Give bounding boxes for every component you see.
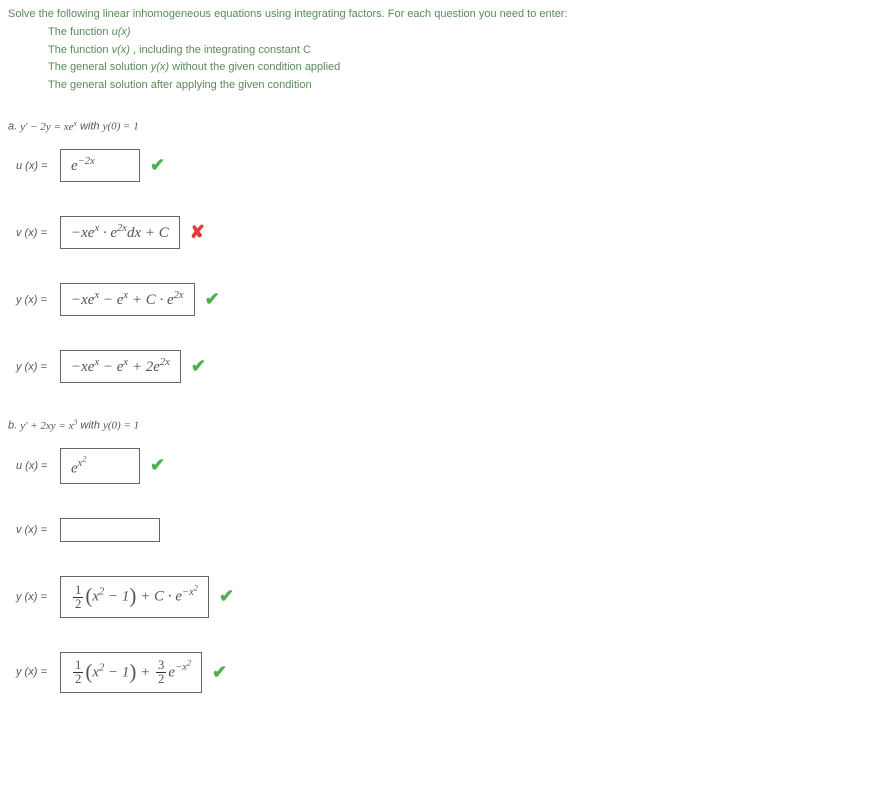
requirements-list: The function u(x) The function v(x) , in… <box>48 24 862 94</box>
a-u-label: u (x) = <box>16 160 60 172</box>
b-y1-answer[interactable]: 12(x2 − 1) + C · e−x2 <box>60 576 209 617</box>
intro-text: Solve the following linear inhomogeneous… <box>8 8 862 20</box>
check-icon: ✔ <box>212 662 227 683</box>
part-b-heading: b. y' + 2xy = x3 with y(0) = 1 <box>8 417 862 432</box>
a-u-answer[interactable]: e−2x <box>60 149 140 182</box>
a-y1-label: y (x) = <box>16 294 60 306</box>
req-line-1: The function u(x) <box>48 24 862 42</box>
b-row-y-particular: y (x) = 12(x2 − 1) + 32e−x2 ✔ <box>16 652 862 693</box>
b-y2-label: y (x) = <box>16 666 60 678</box>
a-row-v: v (x) = −xex · e2xdx + C ✘ <box>16 216 862 249</box>
a-v-label: v (x) = <box>16 227 60 239</box>
part-b: b. y' + 2xy = x3 with y(0) = 1 u (x) = e… <box>8 417 862 693</box>
b-row-v: v (x) = <box>16 518 862 542</box>
b-u-answer[interactable]: ex2 <box>60 448 140 485</box>
b-row-u: u (x) = ex2 ✔ <box>16 448 862 485</box>
b-y1-label: y (x) = <box>16 591 60 603</box>
b-v-label: v (x) = <box>16 524 60 536</box>
b-y2-answer[interactable]: 12(x2 − 1) + 32e−x2 <box>60 652 202 693</box>
b-row-y-general: y (x) = 12(x2 − 1) + C · e−x2 ✔ <box>16 576 862 617</box>
a-v-answer[interactable]: −xex · e2xdx + C <box>60 216 180 249</box>
check-icon: ✔ <box>191 356 206 377</box>
b-u-label: u (x) = <box>16 460 60 472</box>
check-icon: ✔ <box>150 155 165 176</box>
req-line-2: The function v(x) , including the integr… <box>48 42 862 60</box>
part-a: a. y' − 2y = xex with y(0) = 1 u (x) = e… <box>8 118 862 383</box>
b-v-answer[interactable] <box>60 518 160 542</box>
check-icon: ✔ <box>150 455 165 476</box>
a-row-y-general: y (x) = −xex − ex + C · e2x ✔ <box>16 283 862 316</box>
check-icon: ✔ <box>219 586 234 607</box>
a-y1-answer[interactable]: −xex − ex + C · e2x <box>60 283 195 316</box>
req-line-3: The general solution y(x) without the gi… <box>48 59 862 77</box>
a-y2-label: y (x) = <box>16 361 60 373</box>
a-row-y-particular: y (x) = −xex − ex + 2e2x ✔ <box>16 350 862 383</box>
a-row-u: u (x) = e−2x ✔ <box>16 149 862 182</box>
req-line-4: The general solution after applying the … <box>48 77 862 95</box>
cross-icon: ✘ <box>190 222 205 243</box>
a-y2-answer[interactable]: −xex − ex + 2e2x <box>60 350 181 383</box>
part-a-heading: a. y' − 2y = xex with y(0) = 1 <box>8 118 862 133</box>
check-icon: ✔ <box>205 289 220 310</box>
